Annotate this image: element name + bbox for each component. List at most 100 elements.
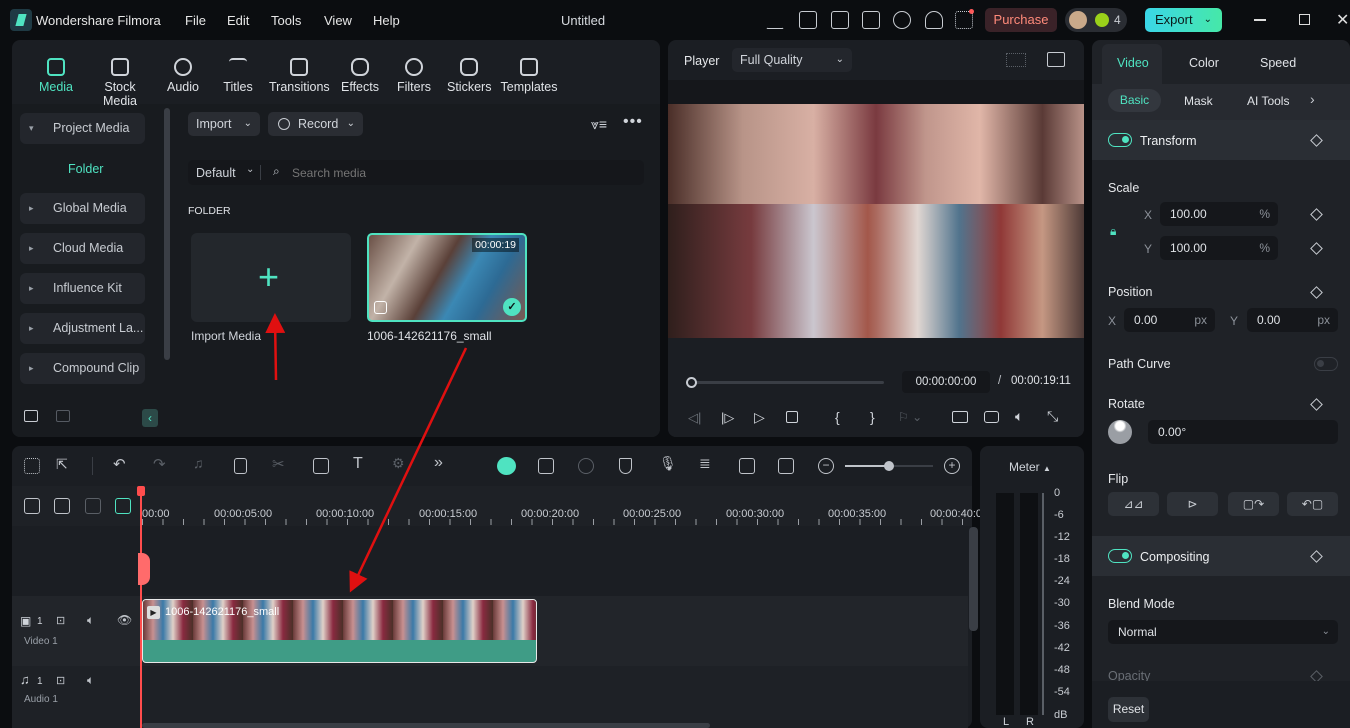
delete-folder-icon[interactable] [56, 410, 70, 422]
sidebar-compound-clip[interactable]: Compound Clip [20, 353, 145, 384]
chevron-down-icon[interactable]: ⌄ [1204, 8, 1212, 32]
auto-reframe-icon[interactable] [538, 458, 554, 474]
transform-toggle[interactable] [1108, 133, 1132, 147]
text-tool-icon[interactable]: T [353, 455, 363, 473]
stop-icon[interactable] [786, 411, 798, 423]
playhead-marker-tab[interactable] [138, 553, 150, 585]
layout-icon[interactable] [831, 11, 849, 29]
timeline-video-clip[interactable]: ▶ 1006-142621176_small [142, 599, 537, 663]
search-input[interactable] [292, 163, 632, 182]
rotate-dial[interactable] [1108, 420, 1132, 444]
timeline-horizontal-scrollbar[interactable] [142, 723, 710, 728]
tab-effects[interactable]: Effects [340, 58, 380, 94]
previous-frame-icon[interactable]: ◁| [688, 410, 701, 426]
support-headset-icon[interactable] [925, 11, 943, 29]
volume-icon[interactable]: 🔈︎ [1015, 408, 1023, 425]
record-button[interactable]: Record ⌄ [268, 112, 363, 136]
menu-view[interactable]: View [324, 13, 352, 28]
tab-color[interactable]: Color [1189, 56, 1219, 70]
display-icon[interactable] [952, 411, 968, 423]
purchase-button[interactable]: Purchase [985, 8, 1057, 32]
fullscreen-icon[interactable]: ⤡ [1047, 408, 1058, 425]
scrubber-handle[interactable] [686, 377, 697, 388]
snap-icon[interactable] [115, 498, 131, 514]
tab-stock-media[interactable]: Stock Media [86, 58, 154, 108]
link-icon[interactable] [54, 498, 70, 514]
tab-titles[interactable]: Titles [220, 58, 256, 94]
subtab-ai-tools[interactable]: AI Tools [1247, 94, 1289, 108]
tab-media[interactable]: Media [36, 58, 76, 94]
lock-track-icon[interactable]: ⊡ [56, 674, 65, 687]
crop-icon[interactable] [313, 458, 329, 474]
play-icon[interactable]: ▷ [754, 409, 765, 426]
lock-track-icon[interactable]: ⊡ [56, 614, 65, 627]
marker-shield-icon[interactable] [619, 458, 632, 474]
cloud-upload-icon[interactable] [893, 11, 911, 29]
audio-detach-icon[interactable]: ♫ [193, 455, 204, 471]
playback-scrubber[interactable] [689, 381, 884, 384]
close-button[interactable]: ✕ [1336, 10, 1349, 30]
next-frame-icon[interactable]: |▷ [721, 410, 734, 426]
subtab-mask[interactable]: Mask [1184, 94, 1213, 108]
menu-help[interactable]: Help [373, 13, 400, 28]
flip-vertical-button[interactable]: ⊳ [1167, 492, 1218, 516]
flip-horizontal-button[interactable]: ⊿⊿ [1108, 492, 1159, 516]
more-tools-icon[interactable]: » [434, 454, 443, 472]
rotate-clockwise-button[interactable]: ▢↷ [1228, 492, 1279, 516]
layout-grid-icon[interactable] [24, 458, 40, 474]
delete-icon[interactable] [234, 458, 247, 474]
render-preview-icon[interactable] [578, 458, 594, 474]
mark-out-icon[interactable]: } [870, 409, 875, 425]
rotate-input[interactable]: 0.00° [1148, 420, 1338, 444]
snapshot-camera-icon[interactable] [984, 411, 999, 423]
video-preview[interactable] [668, 104, 1084, 338]
mute-track-icon[interactable]: 🔈︎ [87, 673, 94, 688]
group-icon[interactable] [85, 498, 101, 514]
grid-view-icon[interactable] [1006, 53, 1026, 67]
ai-assistant-icon[interactable] [497, 457, 516, 475]
menu-file[interactable]: File [185, 13, 206, 28]
subtab-basic[interactable]: Basic [1108, 89, 1161, 112]
filter-sort-icon[interactable]: ⩔≡ [591, 116, 607, 133]
sidebar-folder[interactable]: Folder [68, 162, 103, 176]
marker-icon[interactable]: ⚐ ⌄ [898, 410, 922, 424]
sidebar-project-media[interactable]: Project Media [20, 113, 145, 144]
media-clip-thumbnail[interactable]: 00:00:19 ✓ [367, 233, 527, 322]
waveform-scope-icon[interactable] [1047, 52, 1065, 67]
motion-icon[interactable]: ⚙ [392, 455, 405, 472]
scale-x-input[interactable]: 100.00% [1160, 202, 1278, 226]
tab-filters[interactable]: Filters [396, 58, 432, 94]
new-folder-icon[interactable] [24, 410, 38, 422]
chevron-down-icon[interactable]: ⌄ [246, 164, 254, 175]
account-credits[interactable]: 4 [1065, 8, 1127, 32]
sidebar-cloud-media[interactable]: Cloud Media [20, 233, 145, 264]
minimize-button[interactable] [1254, 19, 1266, 21]
timeline-vertical-scrollbar[interactable] [969, 527, 978, 631]
maximize-button[interactable] [1299, 14, 1310, 25]
redo-icon[interactable]: ↷ [153, 455, 166, 473]
zoom-slider-handle[interactable] [884, 461, 894, 471]
import-media-tile[interactable]: + [191, 233, 351, 322]
collapse-sidebar-button[interactable]: ‹ [142, 409, 158, 427]
sidebar-global-media[interactable]: Global Media [20, 193, 145, 224]
lock-ratio-icon[interactable]: 🔒︎ [1110, 224, 1116, 239]
zoom-in-icon[interactable]: + [944, 458, 960, 474]
mark-in-icon[interactable]: { [835, 409, 840, 425]
tab-templates[interactable]: Templates [500, 58, 558, 94]
position-y-input[interactable]: 0.00 px [1247, 308, 1338, 332]
scale-y-input[interactable]: 100.00% [1160, 236, 1278, 260]
path-curve-toggle[interactable] [1314, 357, 1338, 371]
audio-mix-icon[interactable]: ≣ [699, 455, 711, 472]
export-button[interactable]: Export ⌄ [1145, 8, 1222, 32]
quality-dropdown[interactable]: Full Quality ⌄ [732, 48, 852, 72]
clip-settings-icon[interactable] [739, 458, 755, 474]
send-feedback-icon[interactable] [766, 11, 784, 29]
compositing-toggle[interactable] [1108, 549, 1132, 563]
position-x-input[interactable]: 0.00 px [1124, 308, 1215, 332]
save-icon[interactable] [862, 11, 880, 29]
meter-dropdown[interactable]: Meter ▲ [1009, 460, 1051, 474]
fit-width-icon[interactable] [778, 458, 794, 474]
add-track-icon[interactable] [24, 498, 40, 514]
import-button[interactable]: Import ⌄ [188, 112, 260, 136]
mute-track-icon[interactable]: 🔈︎ [87, 613, 94, 628]
